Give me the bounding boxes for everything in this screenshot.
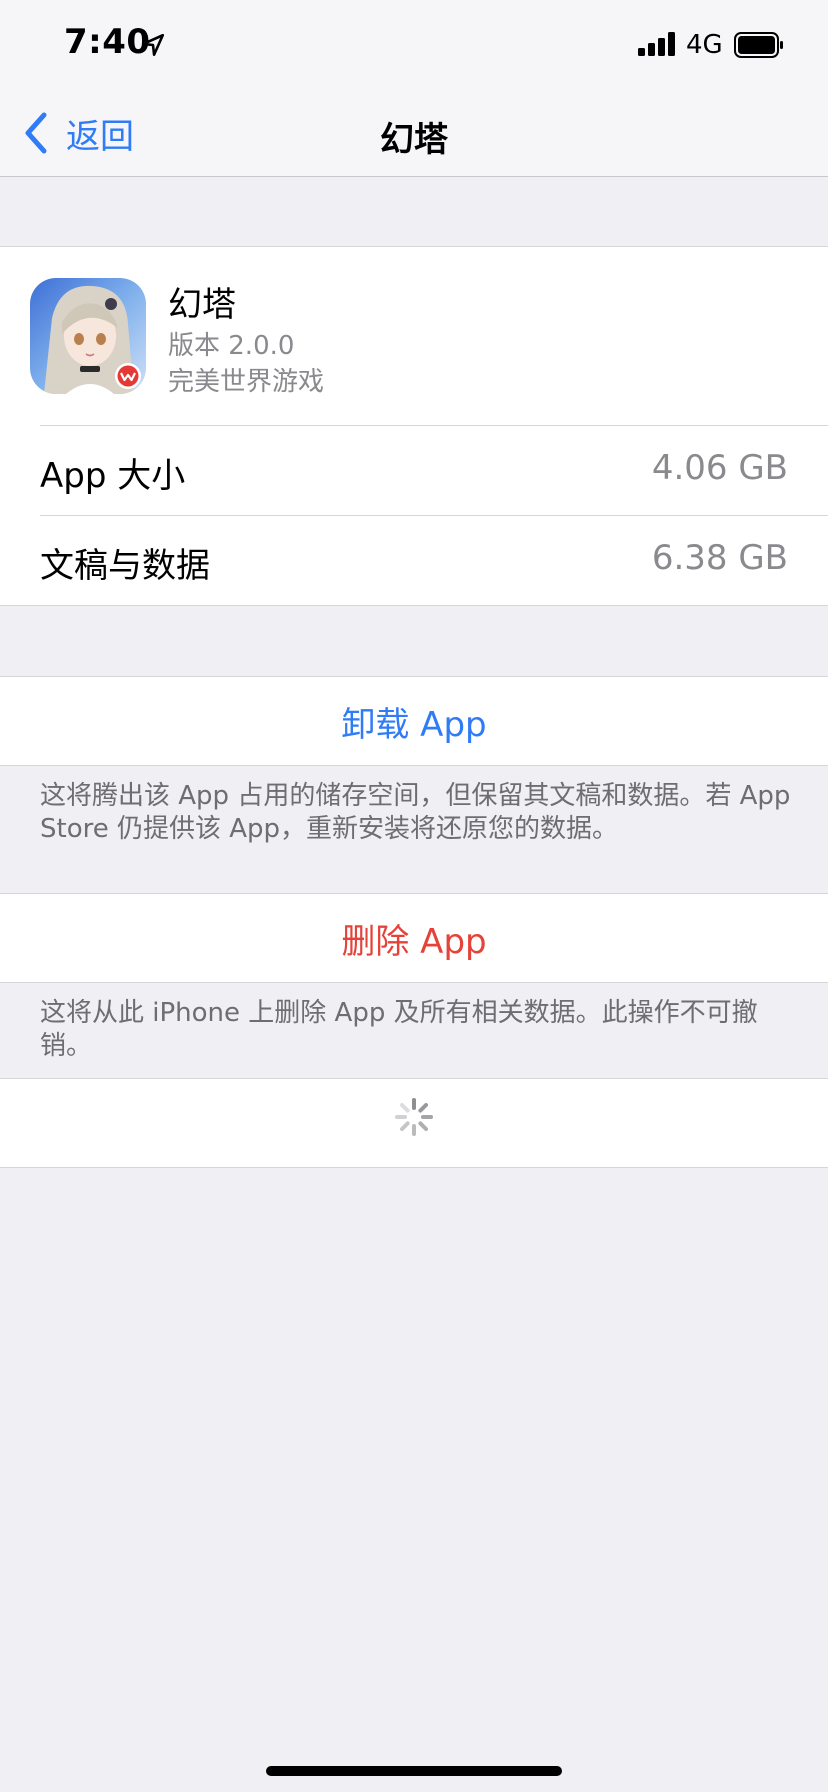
battery-icon (734, 32, 783, 58)
home-indicator[interactable] (266, 1766, 562, 1776)
documents-data-row: 文稿与数据 6.38 GB (0, 516, 828, 604)
page-title: 幻塔 (380, 120, 448, 160)
app-storage-screen: 7:40 4G 返回 幻塔 幻塔 版本 2.0.0 完美世界游戏 App 大小 … (0, 0, 828, 1792)
status-time: 7:40 (64, 22, 151, 62)
offload-app-button[interactable]: 卸载 App (0, 676, 828, 766)
delete-app-label: 删除 App (341, 921, 487, 962)
app-size-label: App 大小 (40, 456, 186, 496)
app-version: 版本 2.0.0 (168, 331, 295, 361)
app-header: 幻塔 版本 2.0.0 完美世界游戏 (0, 247, 828, 425)
loading-spinner-icon (395, 1098, 433, 1136)
app-info-card: 幻塔 版本 2.0.0 完美世界游戏 App 大小 4.06 GB 文稿与数据 … (0, 246, 828, 606)
app-size-value: 4.06 GB (651, 448, 788, 488)
documents-data-label: 文稿与数据 (40, 546, 210, 586)
status-bar: 7:40 4G (0, 0, 828, 90)
navigation-bar: 返回 幻塔 (0, 90, 828, 177)
offload-app-label: 卸载 App (341, 704, 487, 745)
app-size-row: App 大小 4.06 GB (0, 426, 828, 514)
network-type: 4G (686, 30, 723, 60)
location-arrow-icon (141, 33, 165, 57)
cellular-signal-icon (638, 32, 675, 56)
app-icon (30, 278, 146, 394)
loading-cell (0, 1078, 828, 1168)
app-icon-artwork (30, 278, 146, 394)
delete-app-button[interactable]: 删除 App (0, 893, 828, 983)
offload-footnote: 这将腾出该 App 占用的储存空间，但保留其文稿和数据。若 App Store … (40, 781, 791, 844)
delete-footnote: 这将从此 iPhone 上删除 App 及所有相关数据。此操作不可撤销。 (40, 998, 758, 1061)
app-name: 幻塔 (168, 285, 236, 325)
app-developer: 完美世界游戏 (168, 367, 325, 397)
documents-data-value: 6.38 GB (651, 538, 788, 578)
